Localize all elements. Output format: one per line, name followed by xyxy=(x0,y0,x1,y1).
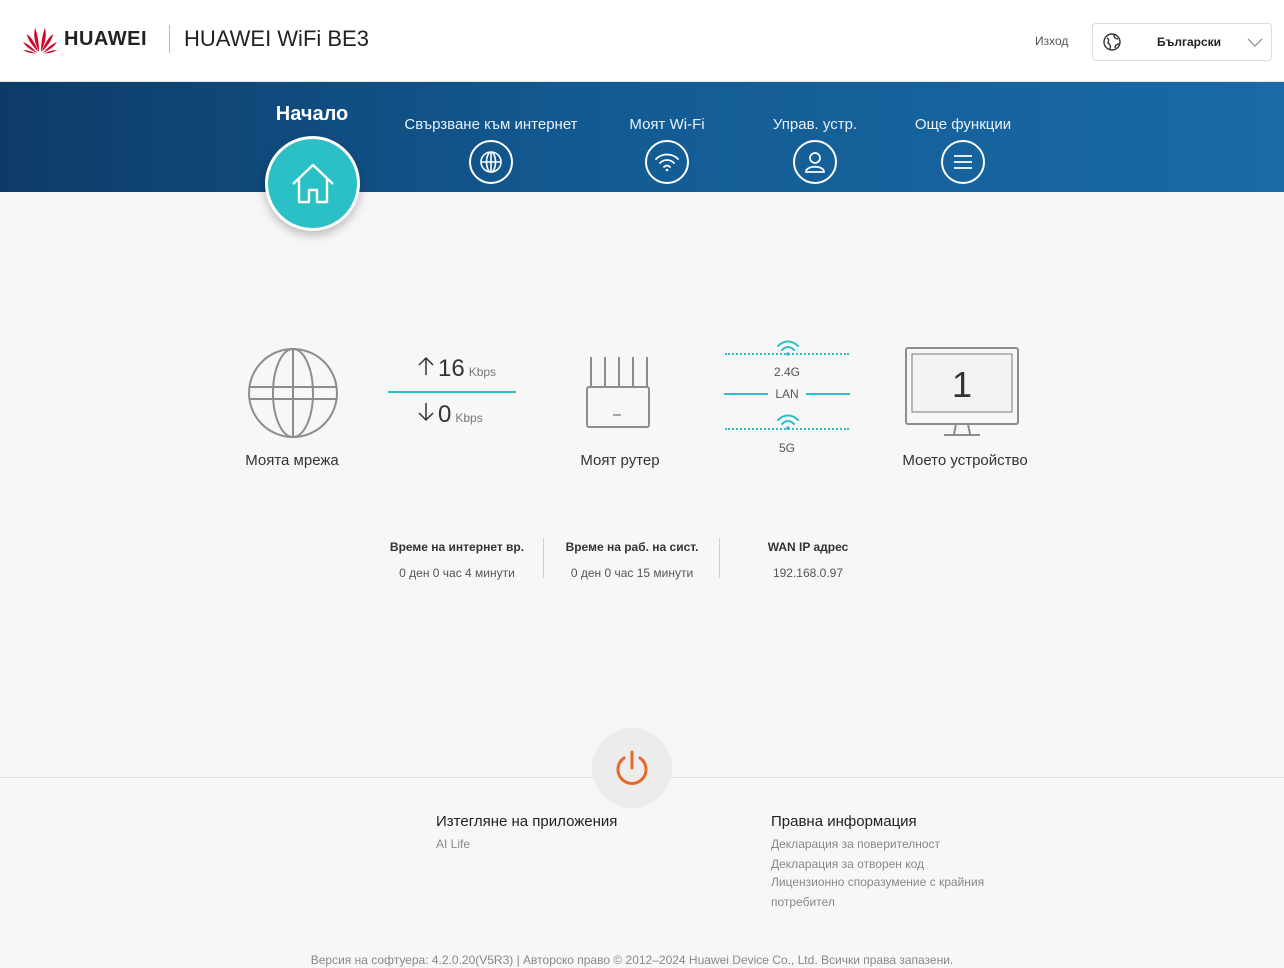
menu-icon xyxy=(941,140,985,184)
band-5-link xyxy=(725,428,849,430)
download-value: 0 xyxy=(438,401,452,428)
my-router-label: Моят рутер xyxy=(580,452,660,469)
upload-value: 16 xyxy=(438,355,465,382)
globe-icon xyxy=(1103,33,1121,51)
chevron-down-icon xyxy=(1247,38,1263,47)
brand-divider xyxy=(169,25,170,53)
wifi-icon xyxy=(777,340,799,356)
system-time-value: 0 ден 0 час 15 минути xyxy=(570,566,694,580)
wan-ip-info: WAN IP адрес 192.168.0.97 xyxy=(738,540,878,580)
nav-connect-internet[interactable]: Свързване към интернет xyxy=(400,82,582,192)
legal-section: Правна информация Декларация за поверите… xyxy=(771,813,1021,912)
arrow-down-icon xyxy=(418,403,434,422)
internet-time-value: 0 ден 0 час 4 минути xyxy=(399,566,515,580)
legal-title: Правна информация xyxy=(771,813,917,830)
user-icon xyxy=(793,140,837,184)
lan-link-right xyxy=(806,393,850,395)
language-label: Български xyxy=(1157,35,1222,49)
wan-ip-title: WAN IP адрес xyxy=(767,540,849,554)
nav-label: Управ. устр. xyxy=(772,116,858,133)
internet-time-title: Време на интернет вр. xyxy=(389,540,525,554)
huawei-logo-icon xyxy=(23,28,57,54)
nav-home-label: Начало xyxy=(275,103,349,125)
system-time-title: Време на раб. на сист. xyxy=(565,540,699,554)
system-time-info: Време на раб. на сист. 0 ден 0 час 15 ми… xyxy=(546,540,718,580)
power-icon xyxy=(616,750,648,785)
band-24-label: 2.4G xyxy=(773,365,800,379)
my-device-label: Моето устройство xyxy=(902,452,1028,469)
speed-divider xyxy=(388,391,516,393)
nav-device-management[interactable]: Управ. устр. xyxy=(758,82,872,192)
info-divider xyxy=(719,538,720,578)
power-button[interactable] xyxy=(592,728,672,808)
band-5-label: 5G xyxy=(778,441,795,455)
device-count: 1 xyxy=(951,364,973,405)
download-unit: Kbps xyxy=(455,411,483,425)
eula-link[interactable]: Лицензионно споразумение с крайния потре… xyxy=(771,872,1021,912)
arrow-up-icon xyxy=(418,356,434,375)
open-source-link[interactable]: Декларация за отворен код xyxy=(771,858,1021,870)
logout-link[interactable]: Изход xyxy=(1035,34,1068,48)
apps-title: Изтегляне на приложения xyxy=(436,813,618,830)
globe-icon xyxy=(469,140,513,184)
upload-speed: 16 Kbps xyxy=(388,355,516,387)
nav-more-functions[interactable]: Още функции xyxy=(900,82,1026,192)
nav-my-wifi[interactable]: Моят Wi-Fi xyxy=(612,82,722,192)
nav-label: Моят Wi-Fi xyxy=(629,116,705,133)
product-name: HUAWEI WiFi BE3 xyxy=(184,26,369,51)
nav-label: Свързване към интернет xyxy=(404,116,578,133)
nav-home-button[interactable] xyxy=(265,136,360,231)
main-nav: Свързване към интернет Моят Wi-Fi Управ.… xyxy=(0,82,1284,192)
copyright: Версия на софтуера: 4.2.0.20(V5R3) | Авт… xyxy=(310,953,954,967)
apps-download-section: Изтегляне на приложения AI Life xyxy=(436,813,617,850)
nav-label: Още функции xyxy=(914,116,1012,133)
my-network-label: Моята мрежа xyxy=(245,452,339,469)
upload-unit: Kbps xyxy=(468,365,497,379)
brand-name: HUAWEI xyxy=(64,27,147,50)
ai-life-link[interactable]: AI Life xyxy=(436,838,617,850)
router-icon[interactable] xyxy=(583,353,653,431)
language-select[interactable]: Български xyxy=(1092,23,1272,61)
speed-indicator: 16 Kbps 0 Kbps xyxy=(388,355,516,433)
wan-ip-value: 192.168.0.97 xyxy=(772,566,844,580)
info-divider xyxy=(543,538,544,578)
home-icon xyxy=(291,163,334,203)
brand: HUAWEI HUAWEI WiFi BE3 xyxy=(22,24,369,54)
top-header: HUAWEI HUAWEI WiFi BE3 Изход Български xyxy=(0,0,1284,82)
wifi-icon xyxy=(645,140,689,184)
network-globe-icon[interactable] xyxy=(247,347,339,439)
internet-time-info: Време на интернет вр. 0 ден 0 час 4 мину… xyxy=(372,540,542,580)
privacy-link[interactable]: Декларация за поверителност xyxy=(771,838,1021,850)
band-24-link xyxy=(725,353,849,355)
router-links: 2.4G LAN 5G xyxy=(722,338,852,458)
download-speed: 0 Kbps xyxy=(388,401,516,433)
